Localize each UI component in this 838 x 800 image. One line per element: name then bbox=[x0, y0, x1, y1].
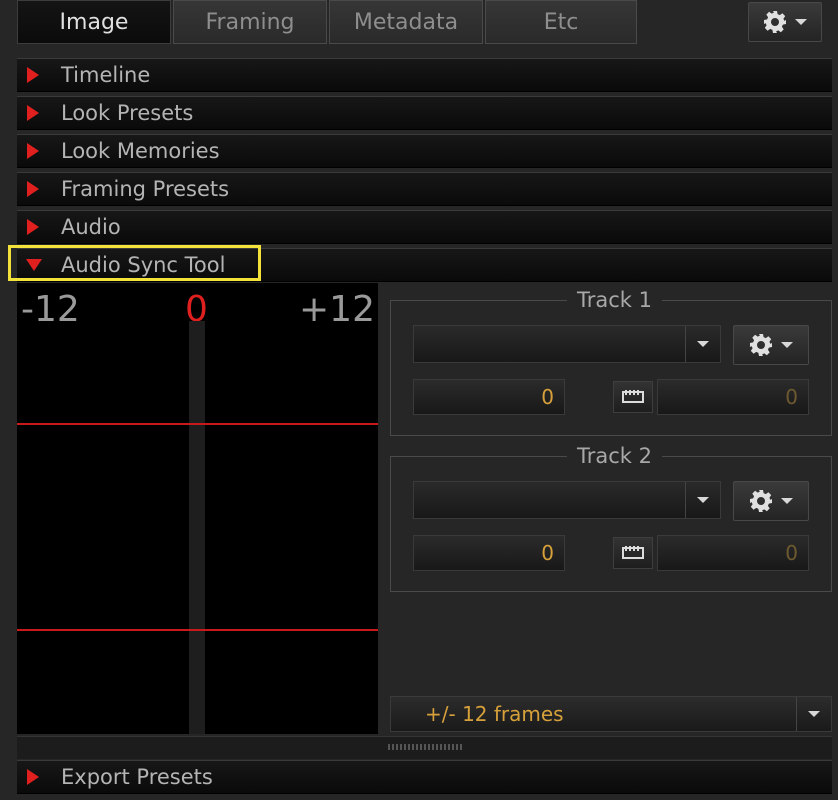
tab-etc[interactable]: Etc bbox=[485, 0, 637, 44]
tab-label: Image bbox=[59, 9, 129, 35]
track1-timecode-button[interactable] bbox=[613, 381, 653, 413]
section-look-memories[interactable]: Look Memories bbox=[17, 134, 832, 168]
tab-image[interactable]: Image bbox=[17, 0, 171, 44]
track2-offset-field[interactable]: 0 bbox=[413, 535, 565, 571]
triangle-right-icon bbox=[27, 143, 39, 159]
track2-frames-field[interactable]: 0 bbox=[657, 535, 809, 571]
tab-label: Etc bbox=[543, 9, 579, 35]
triangle-right-icon bbox=[27, 181, 39, 197]
section-framing-presets[interactable]: Framing Presets bbox=[17, 172, 832, 206]
track2-settings-button[interactable] bbox=[733, 481, 809, 521]
track1-source-dropdown[interactable] bbox=[413, 325, 721, 363]
gear-icon bbox=[749, 489, 773, 513]
chevron-down-icon bbox=[808, 711, 820, 717]
gear-icon bbox=[763, 10, 787, 34]
chevron-down-icon bbox=[697, 341, 709, 347]
track1-title: Track 1 bbox=[567, 287, 662, 313]
meter-track1-line bbox=[17, 423, 378, 425]
section-label: Look Memories bbox=[61, 139, 220, 163]
triangle-down-icon bbox=[26, 259, 42, 271]
chevron-down-icon bbox=[781, 342, 793, 348]
frame-range-dropdown[interactable]: +/- 12 frames bbox=[390, 696, 832, 732]
triangle-right-icon bbox=[27, 769, 39, 785]
tab-metadata[interactable]: Metadata bbox=[329, 0, 483, 44]
chevron-down-icon bbox=[697, 497, 709, 503]
track1-frames-value: 0 bbox=[785, 385, 798, 409]
triangle-right-icon bbox=[27, 67, 39, 83]
section-timeline[interactable]: Timeline bbox=[17, 58, 832, 92]
chevron-down-icon bbox=[781, 498, 793, 504]
meter-left-label: -12 bbox=[21, 289, 80, 330]
section-label: Audio Sync Tool bbox=[61, 253, 226, 277]
track1-frames-field[interactable]: 0 bbox=[657, 379, 809, 415]
section-label: Audio bbox=[61, 215, 121, 239]
track1-settings-button[interactable] bbox=[733, 325, 809, 365]
track1-offset-value: 0 bbox=[541, 385, 554, 409]
track2-timecode-button[interactable] bbox=[613, 537, 653, 569]
section-audio[interactable]: Audio bbox=[17, 210, 832, 244]
chevron-down-icon bbox=[795, 19, 807, 25]
track2-source-dropdown[interactable] bbox=[413, 481, 721, 519]
track2-frames-value: 0 bbox=[785, 541, 798, 565]
gear-icon bbox=[749, 333, 773, 357]
triangle-right-icon bbox=[27, 219, 39, 235]
section-export-presets[interactable]: Export Presets bbox=[17, 760, 832, 794]
clapper-icon bbox=[622, 388, 644, 407]
track2-offset-value: 0 bbox=[541, 541, 554, 565]
section-label: Framing Presets bbox=[61, 177, 230, 201]
meter-track2-line bbox=[17, 629, 378, 631]
audio-sync-meter: -12 0 +12 bbox=[17, 283, 378, 734]
tab-framing[interactable]: Framing bbox=[173, 0, 327, 44]
section-label: Timeline bbox=[61, 63, 151, 87]
splitter-grip[interactable] bbox=[388, 744, 462, 750]
section-look-presets[interactable]: Look Presets bbox=[17, 96, 832, 130]
track2-group: Track 2 0 0 bbox=[390, 443, 832, 592]
track1-offset-field[interactable]: 0 bbox=[413, 379, 565, 415]
settings-menu-button[interactable] bbox=[748, 2, 822, 42]
tab-label: Framing bbox=[205, 9, 295, 35]
section-label: Look Presets bbox=[61, 101, 194, 125]
section-label: Export Presets bbox=[61, 765, 213, 789]
frame-range-value: +/- 12 frames bbox=[425, 702, 564, 726]
clapper-icon bbox=[622, 544, 644, 563]
meter-right-label: +12 bbox=[299, 289, 375, 330]
tab-label: Metadata bbox=[353, 9, 459, 35]
section-audio-sync-tool[interactable]: Audio Sync Tool bbox=[17, 248, 832, 282]
meter-center-bar bbox=[189, 321, 205, 734]
triangle-right-icon bbox=[27, 105, 39, 121]
track2-title: Track 2 bbox=[567, 443, 662, 469]
track1-group: Track 1 0 0 bbox=[390, 287, 832, 436]
